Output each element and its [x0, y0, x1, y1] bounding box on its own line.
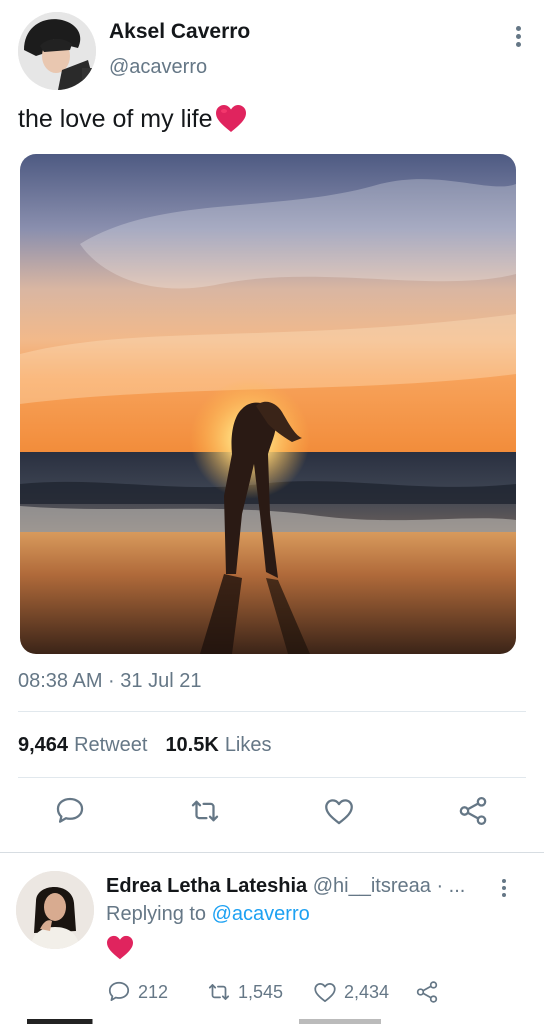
reply-icon [108, 981, 130, 1001]
retweet-count: 9,464 [18, 734, 69, 756]
share-icon [416, 981, 438, 1003]
reply-author-name[interactable]: Edrea Letha Lateshia [106, 875, 307, 897]
retweet-label: Retweet [74, 734, 148, 756]
replying-prefix: Replying to [106, 903, 207, 925]
reply-like-count: 2,434 [344, 981, 390, 1002]
like-stat[interactable]: 10.5K Likes [165, 734, 271, 757]
retweet-icon[interactable] [188, 794, 222, 828]
reply-retweet-button[interactable]: 1,545 [206, 979, 283, 1005]
tweet-stats: 9,464 Retweet 10.5K Likes [18, 734, 272, 757]
heart-emoji-icon [215, 105, 246, 132]
reply-reply-count: 212 [138, 981, 169, 1002]
retweet-stat[interactable]: 9,464 Retweet [18, 734, 147, 757]
reply-icon[interactable] [53, 794, 87, 828]
heart-emoji-icon [107, 935, 133, 960]
reply-reply-button[interactable]: 212 [106, 979, 168, 1005]
author-handle[interactable]: @acaverro [109, 56, 207, 79]
retweet-icon [208, 984, 230, 1000]
tweet-photo[interactable] [20, 154, 516, 654]
reply-header: Edrea Letha Lateshia @hi__itsreaa · ... [106, 875, 492, 898]
author-name[interactable]: Aksel Caverro [109, 20, 250, 44]
like-icon [314, 983, 336, 1003]
replying-to: Replying to @acaverro [106, 903, 310, 926]
replying-mention[interactable]: @acaverro [212, 903, 310, 925]
more-options-icon[interactable] [514, 26, 522, 50]
author-avatar[interactable] [18, 12, 96, 90]
reply-retweet-count: 1,545 [238, 981, 284, 1002]
tweet-text-content: the love of my life [18, 104, 213, 133]
reply-author-handle[interactable]: @hi__itsreaa · ... [313, 875, 466, 897]
reply-share-button[interactable] [414, 979, 440, 1005]
tweet-text: the love of my life [18, 104, 247, 134]
divider [18, 711, 526, 712]
share-icon[interactable] [456, 794, 490, 828]
divider [18, 777, 526, 778]
reply-more-options-icon[interactable] [500, 879, 508, 903]
reply-action-bar: 212 1,545 2,434 [106, 979, 524, 1005]
reply-avatar[interactable] [16, 871, 94, 949]
like-label: Likes [224, 734, 272, 756]
reply-like-button[interactable]: 2,434 [312, 979, 389, 1005]
like-icon[interactable] [322, 794, 356, 828]
next-item-peek [0, 1019, 544, 1024]
like-count: 10.5K [165, 734, 219, 756]
tweet-timestamp: 08:38 AM · 31 Jul 21 [18, 670, 202, 692]
tweet-action-bar [0, 794, 544, 834]
tweet-header: Aksel Caverro @acaverro [18, 12, 526, 92]
reply-tweet[interactable]: Edrea Letha Lateshia @hi__itsreaa · ... … [0, 853, 544, 1023]
